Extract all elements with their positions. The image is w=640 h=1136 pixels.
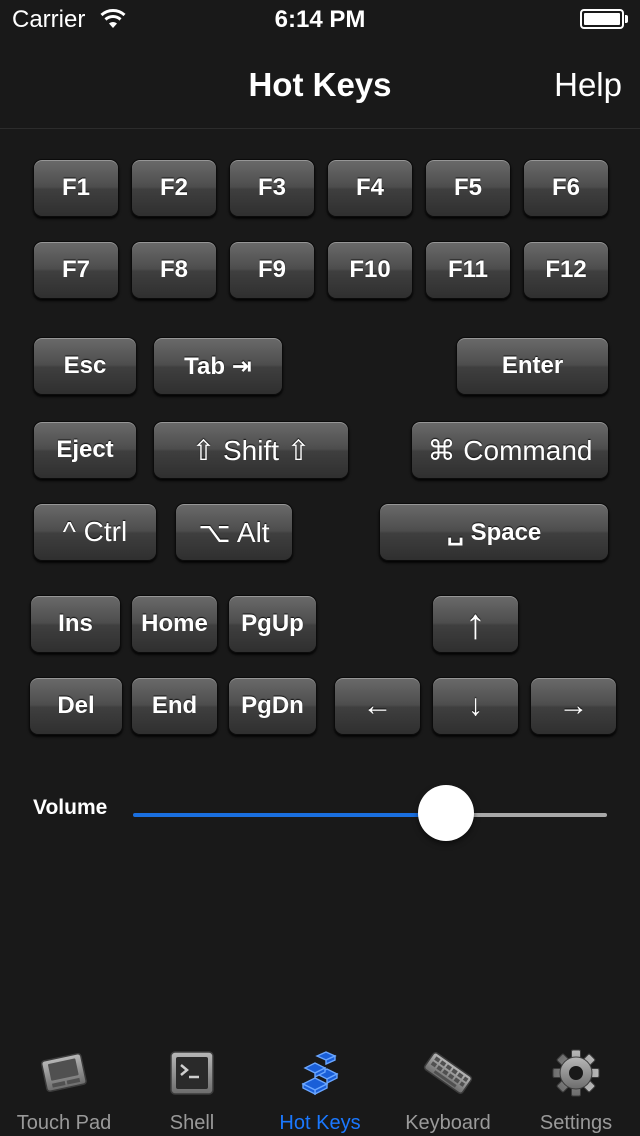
f2-key[interactable]: F2 xyxy=(131,159,217,217)
touchpad-icon xyxy=(40,1052,87,1093)
pgup-key[interactable]: PgUp xyxy=(228,595,317,653)
volume-label: Volume xyxy=(33,796,108,819)
home-key[interactable]: Home xyxy=(131,595,218,653)
space-key[interactable]: ␣ Space xyxy=(379,503,609,561)
f1-key[interactable]: F1 xyxy=(33,159,119,217)
enter-key[interactable]: Enter xyxy=(456,337,609,395)
tab-label: Keyboard xyxy=(405,1112,491,1134)
del-key[interactable]: Del xyxy=(29,677,123,735)
hotkeys-icon xyxy=(301,1051,339,1096)
tab-label: Settings xyxy=(539,1112,613,1134)
tab-label: Hot Keys xyxy=(279,1112,361,1134)
eject-key[interactable]: Eject xyxy=(33,421,137,479)
tab-keyboard[interactable]: Keyboard xyxy=(384,1038,512,1136)
end-key[interactable]: End xyxy=(131,677,218,735)
f10-key[interactable]: F10 xyxy=(327,241,413,299)
tab-hot-keys[interactable]: Hot Keys xyxy=(256,1038,384,1136)
f6-key[interactable]: F6 xyxy=(523,159,609,217)
navigation-bar: Hot Keys Help xyxy=(0,40,640,129)
ins-key[interactable]: Ins xyxy=(30,595,121,653)
battery-nub xyxy=(625,15,628,23)
terminal-icon xyxy=(170,1051,214,1095)
ctrl-key[interactable]: ^ Ctrl xyxy=(33,503,157,561)
page-title: Hot Keys xyxy=(248,66,392,103)
status-bar: Carrier 6:14 PM xyxy=(0,0,640,40)
f3-key[interactable]: F3 xyxy=(229,159,315,217)
battery-icon xyxy=(580,9,624,29)
tab-touch-pad[interactable]: Touch Pad xyxy=(0,1038,128,1136)
alt-key[interactable]: ⌥ Alt xyxy=(175,503,293,561)
gear-icon xyxy=(552,1049,600,1097)
tab-label: Touch Pad xyxy=(16,1112,112,1134)
down-arrow-key[interactable]: ↓ xyxy=(432,677,519,735)
right-arrow-key[interactable]: → xyxy=(530,677,617,735)
f4-key[interactable]: F4 xyxy=(327,159,413,217)
volume-slider-thumb[interactable] xyxy=(418,785,474,841)
f5-key[interactable]: F5 xyxy=(425,159,511,217)
clock: 6:14 PM xyxy=(274,6,366,33)
command-key[interactable]: ⌘ Command xyxy=(411,421,609,479)
keyboard-icon xyxy=(423,1052,473,1094)
f7-key[interactable]: F7 xyxy=(33,241,119,299)
left-arrow-key[interactable]: ← xyxy=(334,677,421,735)
tab-key[interactable]: Tab ⇥ xyxy=(153,337,283,395)
tab-label: Shell xyxy=(169,1112,215,1134)
f8-key[interactable]: F8 xyxy=(131,241,217,299)
f11-key[interactable]: F11 xyxy=(425,241,511,299)
f9-key[interactable]: F9 xyxy=(229,241,315,299)
tab-bar: Touch Pad Shell Hot Keys Keyboard Settin… xyxy=(0,1038,640,1136)
up-arrow-key[interactable]: ↑ xyxy=(432,595,519,653)
tab-settings[interactable]: Settings xyxy=(512,1038,640,1136)
volume-slider-fill[interactable] xyxy=(133,813,446,817)
esc-key[interactable]: Esc xyxy=(33,337,137,395)
tab-shell[interactable]: Shell xyxy=(128,1038,256,1136)
pgdn-key[interactable]: PgDn xyxy=(228,677,317,735)
shift-key[interactable]: ⇧ Shift ⇧ xyxy=(153,421,349,479)
help-button[interactable]: Help xyxy=(554,66,622,104)
f12-key[interactable]: F12 xyxy=(523,241,609,299)
